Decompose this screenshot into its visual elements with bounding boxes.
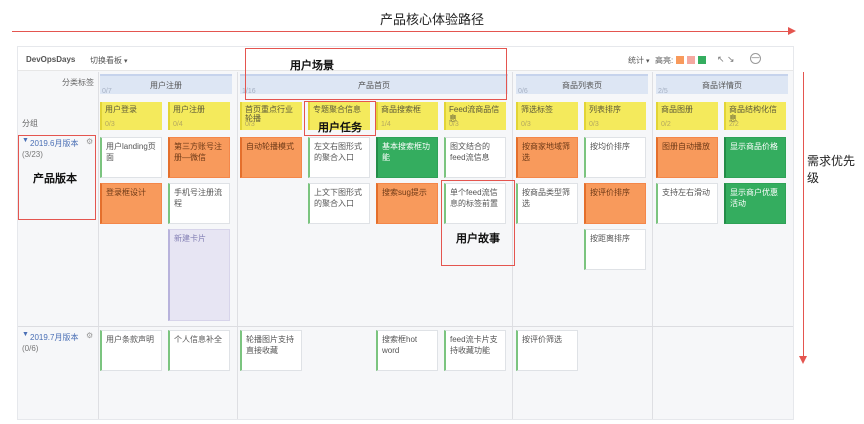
feature-card[interactable]: Feed流商品信息 0/3 (444, 102, 506, 130)
epic-title: 用户注册 (150, 81, 182, 90)
app-name: DevOpsDays (26, 55, 76, 64)
feature-title: 商品图册 (661, 105, 693, 114)
story-card[interactable]: 自动轮播模式 (240, 137, 302, 178)
switch-board-dropdown[interactable]: 切换看板 (90, 55, 127, 66)
story-card[interactable]: 轮播图片支持直接收藏 (240, 330, 302, 371)
feature-title: 商品搜索框 (381, 105, 421, 114)
horizontal-arrow-line (12, 31, 794, 32)
feature-title: 用户登录 (105, 105, 137, 114)
epic-count: 2/5 (658, 88, 668, 95)
feature-card[interactable]: 列表排序 0/3 (584, 102, 646, 130)
story-card[interactable]: 基本搜索框功能 (376, 137, 438, 178)
story-card[interactable]: 按均价排序 (584, 137, 646, 178)
user-scene-label: 用户场景 (290, 60, 334, 72)
story-card[interactable]: 个人信息补全 (168, 330, 230, 371)
epic-user-register[interactable]: 用户注册 0/7 (100, 74, 232, 95)
story-card[interactable]: 用户landing页面 (100, 137, 162, 178)
release-count: (0/6) (22, 344, 39, 353)
feature-count: 0/3 (245, 121, 255, 128)
epic-title: 商品详情页 (702, 81, 742, 90)
story-card[interactable]: feed流卡片支持收藏功能 (444, 330, 506, 371)
user-story-highlight (441, 180, 515, 266)
highlight-pink-swatch[interactable] (687, 56, 695, 64)
story-card[interactable]: 上文下图形式的聚合入口 (308, 183, 370, 224)
feature-card[interactable]: 用户注册 0/4 (168, 102, 230, 130)
feature-count: 0/3 (105, 121, 115, 128)
feature-card[interactable]: 筛选标签 0/3 (516, 102, 578, 130)
story-card[interactable]: 支持左右滑动 (656, 183, 718, 224)
user-task-label: 用户任务 (318, 122, 362, 134)
user-scene-highlight (245, 48, 507, 100)
group-label: 分组 (22, 119, 38, 128)
column-divider (237, 72, 238, 419)
highlight-orange-swatch[interactable] (676, 56, 684, 64)
feature-count: 1/4 (381, 121, 391, 128)
feature-count: 0/4 (173, 121, 183, 128)
story-card[interactable]: 图文结合的feed流信息 (444, 137, 506, 178)
feature-count: 0/2 (661, 121, 671, 128)
feature-card[interactable]: 首页重点行业轮播 0/3 (240, 102, 302, 130)
story-card[interactable]: 显示商户优惠活动 (724, 183, 786, 224)
feature-title: 筛选标签 (521, 105, 553, 114)
horizontal-arrow-head (788, 27, 796, 35)
feature-title: 用户注册 (173, 105, 205, 114)
highlight-green-swatch[interactable] (698, 56, 706, 64)
story-card[interactable]: 按商品类型筛选 (516, 183, 578, 224)
story-card[interactable]: 登录框设计 (100, 183, 162, 224)
user-story-label: 用户故事 (456, 233, 500, 245)
feature-title: 列表排序 (589, 105, 621, 114)
story-card[interactable]: 搜索框hot word (376, 330, 438, 371)
vertical-arrow-head (799, 356, 807, 364)
priority-label: 需求优先级 (807, 154, 856, 185)
epic-count: 0/7 (102, 88, 112, 95)
gear-icon[interactable]: ⚙ (86, 331, 93, 340)
zoom-out-icon[interactable]: — (750, 53, 761, 64)
feature-count: 2/2 (729, 121, 739, 128)
product-version-label: 产品版本 (33, 173, 77, 185)
expand-icon[interactable]: ↖ ↘ (717, 54, 735, 65)
feature-card[interactable]: 商品搜索框 1/4 (376, 102, 438, 130)
vertical-arrow-line (803, 72, 804, 360)
story-card[interactable]: 第三方账号注册—微信 (168, 137, 230, 178)
story-card[interactable]: 按评价筛选 (516, 330, 578, 371)
release-title[interactable]: 2019.7月版本 (30, 332, 78, 343)
story-card[interactable]: 图册自动播放 (656, 137, 718, 178)
feature-count: 0/3 (589, 121, 599, 128)
feature-card[interactable]: 用户登录 0/3 (100, 102, 162, 130)
stats-dropdown[interactable]: 统计 (628, 55, 649, 66)
core-path-title: 产品核心体验路径 (379, 12, 484, 27)
story-card[interactable]: 按距离排序 (584, 229, 646, 270)
epic-title: 商品列表页 (562, 81, 602, 90)
story-card[interactable]: 用户条款声明 (100, 330, 162, 371)
category-tag-label: 分类标签 (62, 78, 94, 87)
epic-product-list[interactable]: 商品列表页 0/6 (516, 74, 648, 95)
story-card[interactable]: 搜索sug提示 (376, 183, 438, 224)
column-divider (98, 72, 99, 419)
feature-count: 0/3 (449, 121, 459, 128)
story-card[interactable]: 手机号注册流程 (168, 183, 230, 224)
new-card-button[interactable]: 新建卡片 (168, 229, 230, 321)
story-card[interactable]: 按评价排序 (584, 183, 646, 224)
story-card[interactable]: 左文右图形式的聚合入口 (308, 137, 370, 178)
epic-product-detail[interactable]: 商品详情页 2/5 (656, 74, 788, 95)
story-card[interactable]: 按商家地域筛选 (516, 137, 578, 178)
feature-card[interactable]: 商品结构化信息 2/2 (724, 102, 786, 130)
story-card[interactable]: 显示商品价格 (724, 137, 786, 178)
feature-count: 0/3 (521, 121, 531, 128)
epic-count: 0/6 (518, 88, 528, 95)
feature-card[interactable]: 商品图册 0/2 (656, 102, 718, 130)
highlight-label: 高亮: (655, 56, 674, 65)
collapse-triangle-icon[interactable]: ▼ (22, 331, 29, 338)
column-divider (652, 72, 653, 419)
release-separator (18, 326, 793, 327)
